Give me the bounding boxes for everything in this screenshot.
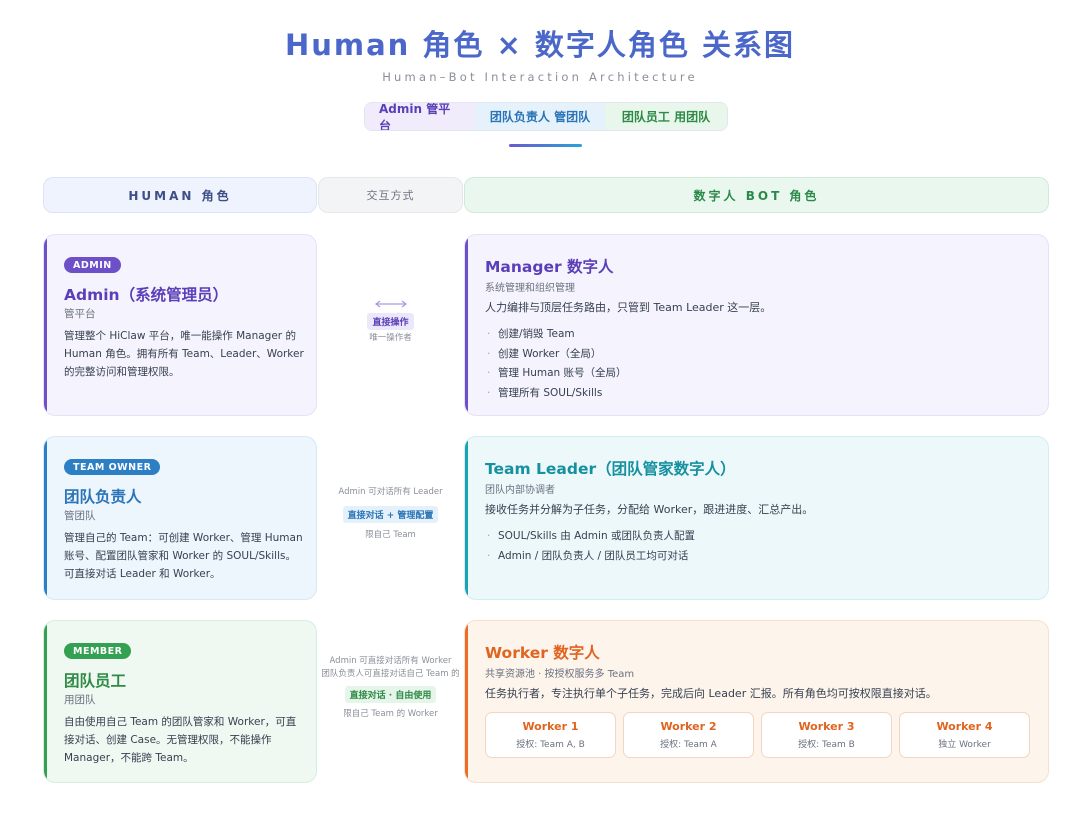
worker-box-2[interactable]: Worker 2 授权: Team A [623,712,754,758]
worker-pool: Worker 1 授权: Team A, B Worker 2 授权: Team… [485,712,1030,758]
bot-capability-list: SOUL/Skills 由 Admin 或团队负责人配置 Admin / 团队负… [485,527,695,566]
worker-name: Worker 3 [798,720,855,733]
interaction-owner-leader: Admin 可对话所有 Leader 直接对话 + 管理配置 限自己 Team [318,486,463,542]
role-sub: 管团队 [64,510,96,522]
list-item: SOUL/Skills 由 Admin 或团队负责人配置 [485,527,695,547]
interaction-tag: 直接操作 [367,313,414,330]
human-card-member: MEMBER 团队员工 用团队 自由使用自己 Team 的团队管家和 Worke… [43,620,317,783]
bot-sub: 团队内部协调者 [485,485,555,496]
card-accent-bar [465,621,468,782]
interaction-tag: 直接对话 + 管理配置 [342,506,439,523]
bot-sub: 系统管理和组织管理 [485,283,575,294]
card-accent-bar [44,621,47,782]
column-header-bot: 数字人 BOT 角色 [464,177,1049,213]
role-sub: 用团队 [64,694,96,706]
role-name: Admin（系统管理员） [64,286,229,304]
worker-name: Worker 2 [660,720,717,733]
interaction-admin-manager: 直接操作 唯一操作者 [318,300,463,345]
human-card-admin: ADMIN Admin（系统管理员） 管平台 管理整个 HiClaw 平台，唯一… [43,234,317,416]
bot-card-manager: Manager 数字人 系统管理和组织管理 人力编排与顶层任务路由，只管到 Te… [464,234,1049,416]
bot-card-worker: Worker 数字人 共享资源池 · 按授权服务多 Team 任务执行者，专注执… [464,620,1049,783]
bot-desc: 任务执行者，专注执行单个子任务，完成后向 Leader 汇报。所有角色均可按权限… [485,687,937,700]
interaction-note: Admin 可对话所有 Leader [338,487,443,497]
human-card-team-owner: TEAM OWNER 团队负责人 管团队 管理自己的 Team：可创建 Work… [43,436,317,600]
pill-admin[interactable]: Admin 管平台 [365,103,475,130]
role-name: 团队员工 [64,672,127,690]
page-subtitle: Human–Bot Interaction Architecture [382,70,698,84]
interaction-tag: 直接对话 · 自由使用 [344,686,437,703]
list-item: 管理所有 SOUL/Skills [485,384,627,404]
worker-box-4[interactable]: Worker 4 独立 Worker [899,712,1030,758]
title-underline [509,144,582,147]
interaction-note: 唯一操作者 [369,333,412,343]
page-title: Human 角色 × 数字人角色 关系图 [284,28,796,62]
column-header-human: HUMAN 角色 [43,177,317,213]
worker-permission: 授权: Team A [660,740,717,750]
bot-capability-list: 创建/销毁 Team 创建 Worker（全局） 管理 Human 账号（全局）… [485,325,627,403]
worker-name: Worker 1 [522,720,579,733]
bot-card-team-leader: Team Leader（团队管家数字人） 团队内部协调者 接收任务并分解为子任务… [464,436,1049,600]
worker-permission: 授权: Team B [798,740,855,750]
pill-team-owner[interactable]: 团队负责人 管团队 [475,103,605,130]
role-sub: 管平台 [64,308,96,320]
worker-permission: 独立 Worker [938,740,991,750]
bot-name: Team Leader（团队管家数字人） [485,460,736,478]
list-item: 创建 Worker（全局） [485,345,627,365]
list-item: Admin / 团队负责人 / 团队员工均可对话 [485,547,695,567]
bot-desc: 人力编排与顶层任务路由，只管到 Team Leader 这一层。 [485,301,772,314]
bot-name: Worker 数字人 [485,644,600,662]
bot-name: Manager 数字人 [485,258,614,276]
role-summary-pills: Admin 管平台 团队负责人 管团队 团队员工 用团队 [364,102,728,131]
interaction-note: Admin 可直接对话所有 Worker 团队负责人可直接对话自己 Team 的 [321,656,460,679]
role-desc: 自由使用自己 Team 的团队管家和 Worker，可直接对话、创建 Case。… [64,716,297,764]
card-accent-bar [44,235,47,415]
role-desc: 管理自己的 Team：可创建 Worker、管理 Human 账号、配置团队管家… [64,532,303,580]
worker-box-1[interactable]: Worker 1 授权: Team A, B [485,712,616,758]
card-accent-bar [465,437,468,599]
interaction-member-worker: Admin 可直接对话所有 Worker 团队负责人可直接对话自己 Team 的 … [318,655,463,721]
list-item: 管理 Human 账号（全局） [485,364,627,384]
role-name: 团队负责人 [64,488,142,506]
role-desc: 管理整个 HiClaw 平台，唯一能操作 Manager 的 Human 角色。… [64,330,304,378]
pill-member[interactable]: 团队员工 用团队 [605,103,727,130]
card-accent-bar [44,437,47,599]
role-badge: TEAM OWNER [64,459,161,475]
role-badge: ADMIN [64,257,121,273]
card-accent-bar [465,235,468,415]
interaction-note: 限自己 Team [365,530,416,540]
bidirectional-arrow-icon [374,300,407,308]
bot-sub: 共享资源池 · 按授权服务多 Team [485,669,635,680]
worker-permission: 授权: Team A, B [516,740,585,750]
interaction-note: 限自己 Team 的 Worker [343,709,438,719]
list-item: 创建/销毁 Team [485,325,627,345]
bot-desc: 接收任务并分解为子任务，分配给 Worker，跟进进度、汇总产出。 [485,503,814,516]
role-badge: MEMBER [64,643,132,659]
column-header-interaction: 交互方式 [318,177,463,213]
worker-box-3[interactable]: Worker 3 授权: Team B [761,712,892,758]
worker-name: Worker 4 [936,720,993,733]
